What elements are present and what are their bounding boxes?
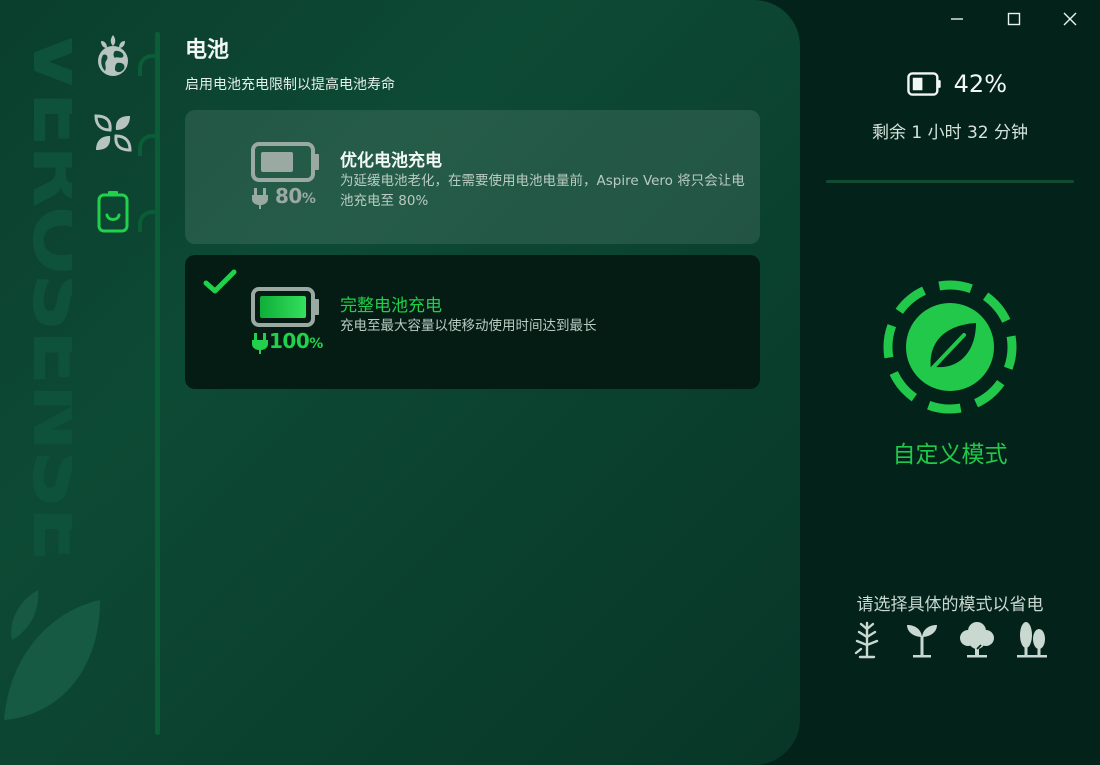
battery-status-icon	[907, 72, 941, 96]
checkmark-icon	[203, 269, 237, 294]
divider	[826, 180, 1074, 183]
battery-level-fill	[912, 77, 923, 91]
mode-forest[interactable]	[1012, 618, 1052, 660]
battery-leaf-icon	[97, 191, 129, 233]
battery-icon	[251, 142, 319, 182]
optimized-charging-option[interactable]: 80% 优化电池充电 为延缓电池老化，在需要使用电池电量前，Aspire Ver…	[185, 110, 760, 244]
percent-label: 100%	[269, 329, 323, 353]
option-title: 完整电池充电	[340, 296, 442, 316]
earth-leaf-icon	[98, 35, 128, 76]
leaf-watermark-icon	[4, 590, 100, 720]
nav-item-globe[interactable]	[90, 32, 136, 78]
vine-branch	[138, 54, 156, 76]
battery-percent: 42%	[953, 70, 1007, 98]
page-title: 电池	[185, 38, 230, 63]
battery-full-icon	[251, 287, 319, 327]
battery-100-graphic: 100%	[251, 285, 323, 365]
page-subtitle: 启用电池充电限制以提高电池寿命	[185, 77, 395, 93]
option-title: 优化电池充电	[340, 151, 442, 171]
leaves-icon	[94, 114, 132, 152]
battery-status: 42%	[907, 68, 1007, 100]
seedling-icon	[907, 625, 937, 658]
plug-icon	[252, 333, 268, 354]
battery-80-graphic: 80%	[251, 140, 323, 220]
percent-label: 80%	[275, 184, 316, 208]
option-description: 为延缓电池老化，在需要使用电池电量前，Aspire Vero 将只会让电池充电至…	[340, 173, 745, 209]
sprout-icon	[854, 621, 879, 659]
close-icon	[1063, 12, 1077, 26]
vine-branch	[138, 134, 156, 156]
tree-icon	[960, 622, 994, 658]
close-button[interactable]	[1050, 4, 1090, 34]
mode-label: 自定义模式	[892, 442, 1008, 468]
mode-ring[interactable]	[878, 275, 1022, 419]
verosense-watermark-text: VEROSENSE	[15, 30, 72, 560]
forest-icon	[1017, 622, 1047, 658]
mode-sprout[interactable]	[847, 618, 887, 660]
nav-item-eco[interactable]	[90, 110, 136, 156]
plug-icon	[252, 188, 268, 209]
mode-tree[interactable]	[957, 618, 997, 660]
mode-seedling[interactable]	[902, 618, 942, 660]
verosense-watermark: VEROSENSE	[15, 30, 72, 560]
minimize-button[interactable]	[937, 4, 977, 34]
mode-prompt: 请选择具体的模式以省电	[856, 595, 1044, 615]
minimize-icon	[951, 18, 963, 20]
option-description: 充电至最大容量以使移动使用时间达到最长	[340, 318, 597, 334]
maximize-icon	[1007, 12, 1021, 26]
nav-item-battery[interactable]	[90, 188, 136, 234]
full-charging-option[interactable]: 100% 完整电池充电 充电至最大容量以使移动使用时间达到最长	[185, 255, 760, 389]
main-panel: VEROSENSE 电池 启用电池充电限制以提高电池寿命 80% 优化电池充电 …	[0, 0, 800, 765]
maximize-button[interactable]	[994, 4, 1034, 34]
time-remaining: 剩余 1 小时 32 分钟	[871, 123, 1029, 143]
vine-branch	[138, 210, 156, 232]
